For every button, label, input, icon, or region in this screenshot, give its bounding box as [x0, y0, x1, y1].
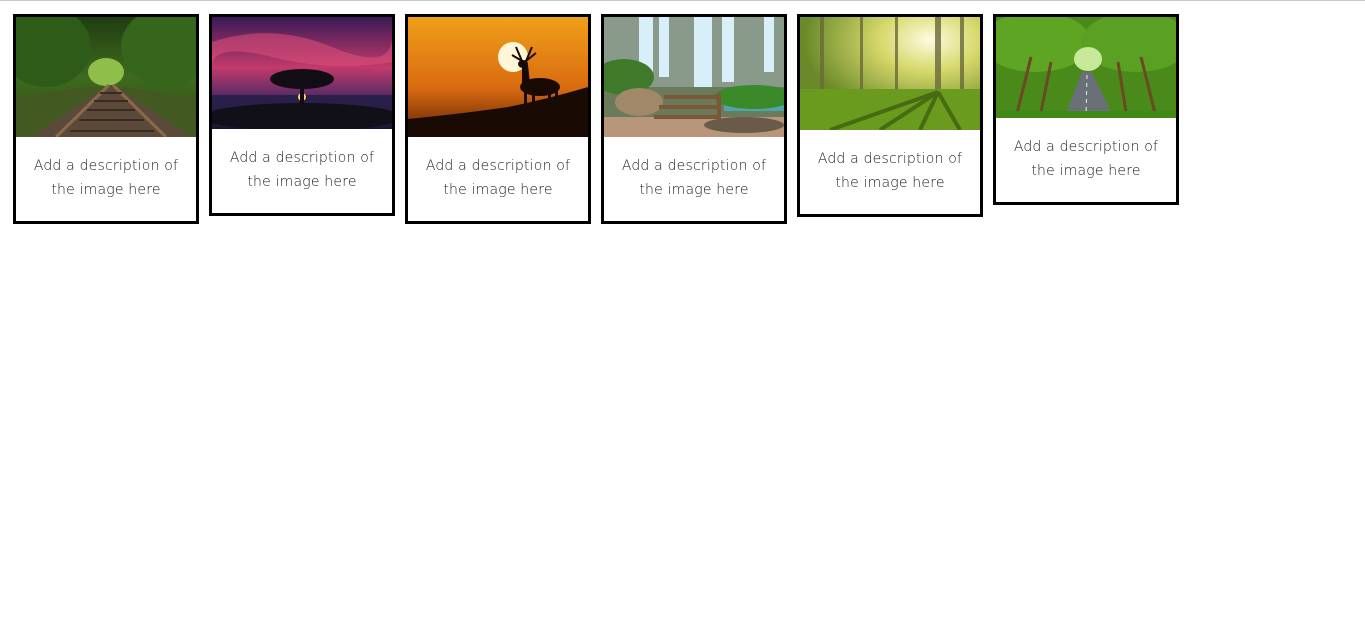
gallery-card[interactable]: Add a description of the image here [993, 14, 1179, 205]
image-caption: Add a description of the image here [621, 158, 767, 198]
gallery-card[interactable]: Add a description of the image here [797, 14, 983, 217]
gallery-card[interactable]: Add a description of the image here [405, 14, 591, 224]
image-gallery: Add a description of the image here Add … [13, 14, 1179, 224]
tree-sunset-sky-image [212, 17, 392, 129]
image-caption: Add a description of the image here [1013, 139, 1159, 179]
gallery-card[interactable]: Add a description of the image here [601, 14, 787, 224]
gallery-card[interactable]: Add a description of the image here [13, 14, 199, 224]
deer-silhouette-sunset-image [408, 17, 588, 137]
waterfall-stairs-image [604, 17, 784, 137]
gallery-card[interactable]: Add a description of the image here [209, 14, 395, 216]
top-divider [0, 0, 1365, 1]
image-caption: Add a description of the image here [229, 150, 375, 190]
tree-lined-road-image [996, 17, 1176, 118]
image-caption: Add a description of the image here [33, 158, 179, 198]
sunlit-forest-image [800, 17, 980, 130]
image-caption: Add a description of the image here [817, 151, 963, 191]
railway-track-forest-image [16, 17, 196, 137]
image-caption: Add a description of the image here [425, 158, 571, 198]
